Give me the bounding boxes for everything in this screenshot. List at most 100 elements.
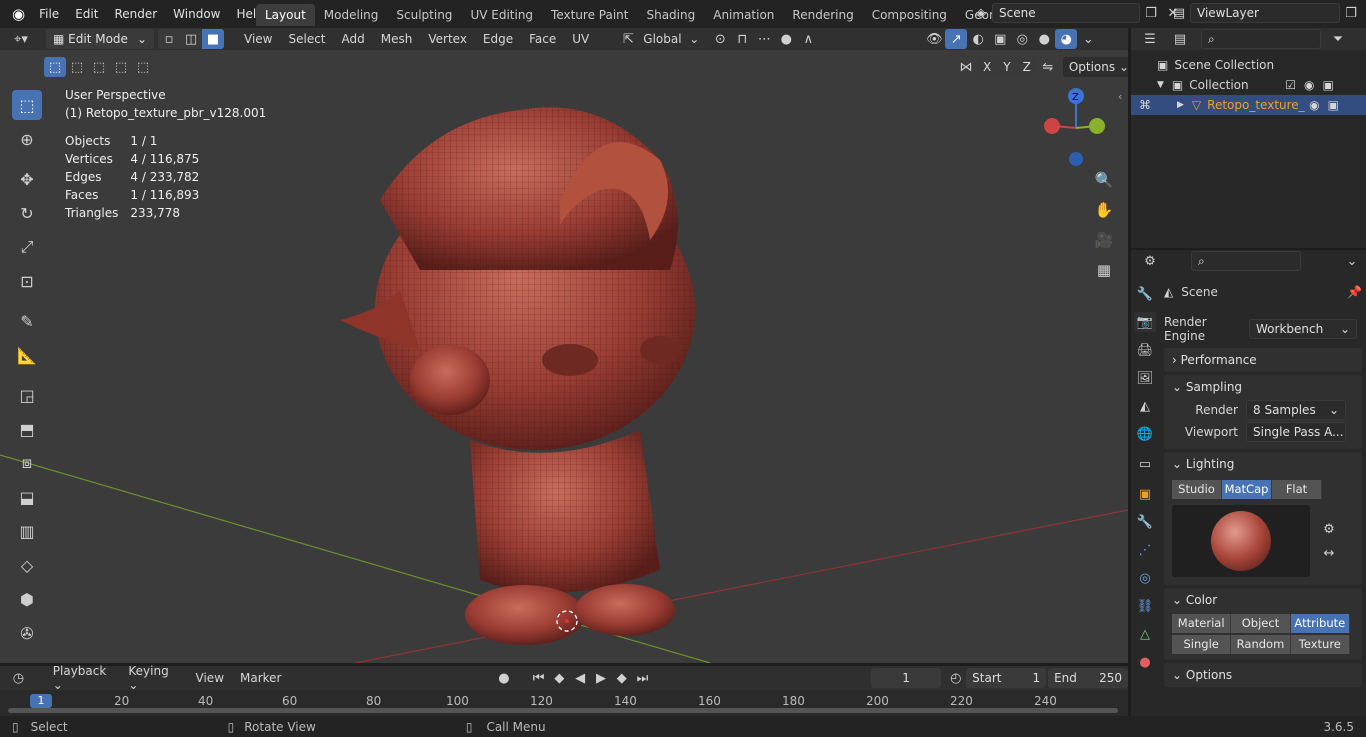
- material-tab-icon[interactable]: ●: [1134, 652, 1156, 672]
- select-invert-icon[interactable]: ⬚: [110, 57, 132, 77]
- eye-icon[interactable]: ◉: [1304, 78, 1314, 92]
- record-icon[interactable]: ●: [494, 668, 515, 688]
- color-random-button[interactable]: Random: [1231, 635, 1291, 654]
- prev-keyframe-icon[interactable]: ◆: [549, 668, 570, 688]
- rotate-tool[interactable]: ↻: [12, 198, 42, 228]
- properties-search-input[interactable]: ⌕: [1191, 251, 1301, 271]
- outliner-row-object[interactable]: ⌘ ▶ ▽ Retopo_texture_ ◉ ▣: [1131, 95, 1366, 115]
- viewport-samples-dropdown[interactable]: Single Pass A...: [1246, 422, 1346, 442]
- gear-icon[interactable]: ⚙: [1318, 519, 1340, 539]
- scene-tab-icon[interactable]: ◭: [1134, 396, 1156, 416]
- select-subtract-icon[interactable]: ⬚: [88, 57, 110, 77]
- annotate-tool[interactable]: ✎: [12, 306, 42, 336]
- sampling-header[interactable]: ⌄ Sampling: [1164, 375, 1362, 399]
- lighting-studio-button[interactable]: Studio: [1172, 480, 1222, 499]
- tab-rendering[interactable]: Rendering: [783, 4, 862, 26]
- view-layer-tab-icon[interactable]: 🖼: [1134, 368, 1156, 388]
- menu-select[interactable]: Select: [280, 32, 333, 46]
- zoom-icon[interactable]: 🔍: [1093, 170, 1115, 190]
- options-dropdown[interactable]: Options ⌄: [1062, 57, 1128, 77]
- edge-select-icon[interactable]: ◫: [180, 29, 202, 49]
- inset-tool[interactable]: ⧈: [12, 448, 42, 478]
- cursor-tool[interactable]: ⊕: [12, 124, 42, 154]
- copy-scene-icon[interactable]: ❐: [1140, 3, 1162, 23]
- tab-layout[interactable]: Layout: [256, 4, 315, 26]
- menu-uv[interactable]: UV: [564, 32, 597, 46]
- render-tab-icon[interactable]: 📷: [1134, 312, 1156, 332]
- extrude-tool[interactable]: ⬒: [12, 414, 42, 444]
- color-texture-button[interactable]: Texture: [1290, 635, 1350, 654]
- blender-icon[interactable]: ◉: [6, 5, 31, 23]
- lighting-flat-button[interactable]: Flat: [1272, 480, 1322, 499]
- tool-tab-icon[interactable]: 🔧: [1134, 284, 1156, 304]
- outliner-editor-icon[interactable]: ☰: [1139, 29, 1161, 49]
- pan-hand-icon[interactable]: ✋: [1093, 200, 1115, 220]
- tab-animation[interactable]: Animation: [704, 4, 783, 26]
- color-header[interactable]: ⌄ Color: [1164, 588, 1362, 612]
- options-header[interactable]: ⌄ Options: [1164, 663, 1362, 687]
- snap-icon[interactable]: ⊓: [731, 29, 753, 49]
- menu-add[interactable]: Add: [334, 32, 373, 46]
- select-new-icon[interactable]: ⬚: [44, 57, 66, 77]
- tab-modeling[interactable]: Modeling: [315, 4, 388, 26]
- view-layer-field[interactable]: ViewLayer: [1190, 3, 1340, 23]
- proportional-edit-icon[interactable]: ●: [775, 29, 797, 49]
- next-keyframe-icon[interactable]: ◆: [611, 668, 632, 688]
- chevron-down-icon[interactable]: ⌄: [1341, 251, 1363, 271]
- constraints-tab-icon[interactable]: ⛓: [1134, 596, 1156, 616]
- playhead[interactable]: 1: [30, 694, 52, 708]
- color-object-button[interactable]: Object: [1231, 614, 1291, 633]
- perspective-grid-icon[interactable]: ▦: [1093, 260, 1115, 280]
- menu-mesh[interactable]: Mesh: [373, 32, 421, 46]
- camera-icon[interactable]: 🎥: [1093, 230, 1115, 250]
- camera-render-icon[interactable]: ▣: [1328, 98, 1339, 112]
- properties-editor-icon[interactable]: ⚙: [1139, 251, 1161, 271]
- menu-file[interactable]: File: [31, 7, 67, 21]
- pivot-icon[interactable]: ⊙: [709, 29, 731, 49]
- menu-face[interactable]: Face: [521, 32, 564, 46]
- expand-arrow-icon[interactable]: ▶: [1177, 100, 1184, 110]
- timeline-editor-icon[interactable]: ◷: [8, 668, 29, 688]
- display-mode-icon[interactable]: ▤: [1169, 29, 1191, 49]
- topology-mirror-icon[interactable]: ⇋: [1037, 57, 1059, 77]
- clock-icon[interactable]: ◴: [945, 668, 966, 688]
- scene-name-field[interactable]: Scene: [992, 3, 1140, 23]
- modifier-tab-icon[interactable]: 🔧: [1134, 512, 1156, 532]
- tab-uv-editing[interactable]: UV Editing: [461, 4, 542, 26]
- timeline-scrollbar[interactable]: [8, 708, 1118, 713]
- performance-panel[interactable]: › Performance: [1164, 348, 1362, 372]
- render-samples-dropdown[interactable]: 8 Samples ⌄: [1246, 400, 1346, 420]
- tab-sculpting[interactable]: Sculpting: [387, 4, 461, 26]
- menu-vertex[interactable]: Vertex: [420, 32, 475, 46]
- sidebar-toggle-icon[interactable]: ‹: [1118, 90, 1122, 103]
- bevel-tool[interactable]: ⬓: [12, 482, 42, 512]
- editor-type-icon[interactable]: ⌖▾: [10, 29, 32, 49]
- color-material-button[interactable]: Material: [1172, 614, 1232, 633]
- checkbox-icon[interactable]: ☑: [1285, 78, 1296, 92]
- physics-tab-icon[interactable]: ◎: [1134, 568, 1156, 588]
- data-tab-icon[interactable]: △: [1134, 624, 1156, 644]
- menu-keying[interactable]: Keying ⌄: [122, 664, 185, 692]
- loop-cut-tool[interactable]: ▥: [12, 516, 42, 546]
- view-layer-selector[interactable]: ▤ ViewLayer ❐ ✕: [1168, 3, 1366, 23]
- menu-timeline-view[interactable]: View: [186, 671, 234, 685]
- transform-tool[interactable]: ⊡: [12, 266, 42, 296]
- select-extend-icon[interactable]: ⬚: [66, 57, 88, 77]
- render-engine-dropdown[interactable]: Workbench ⌄: [1249, 319, 1357, 339]
- menu-edge[interactable]: Edge: [475, 32, 521, 46]
- tab-texture-paint[interactable]: Texture Paint: [542, 4, 637, 26]
- xray-icon[interactable]: ▣: [989, 29, 1011, 49]
- knife-tool[interactable]: ◇: [12, 550, 42, 580]
- output-tab-icon[interactable]: 🖨: [1134, 340, 1156, 360]
- move-tool[interactable]: ✥: [12, 164, 42, 194]
- menu-window[interactable]: Window: [165, 7, 228, 21]
- select-intersect-icon[interactable]: ⬚: [132, 57, 154, 77]
- performance-header[interactable]: › Performance: [1164, 348, 1362, 372]
- outliner-search-input[interactable]: ⌕: [1201, 29, 1321, 49]
- mirror-x-toggle[interactable]: X: [977, 57, 998, 77]
- measure-tool[interactable]: 📐: [12, 340, 42, 370]
- matcap-preview[interactable]: [1172, 505, 1310, 577]
- lighting-header[interactable]: ⌄ Lighting: [1164, 452, 1362, 476]
- pin-icon[interactable]: 📌: [1347, 285, 1362, 299]
- camera-render-icon[interactable]: ▣: [1323, 78, 1334, 92]
